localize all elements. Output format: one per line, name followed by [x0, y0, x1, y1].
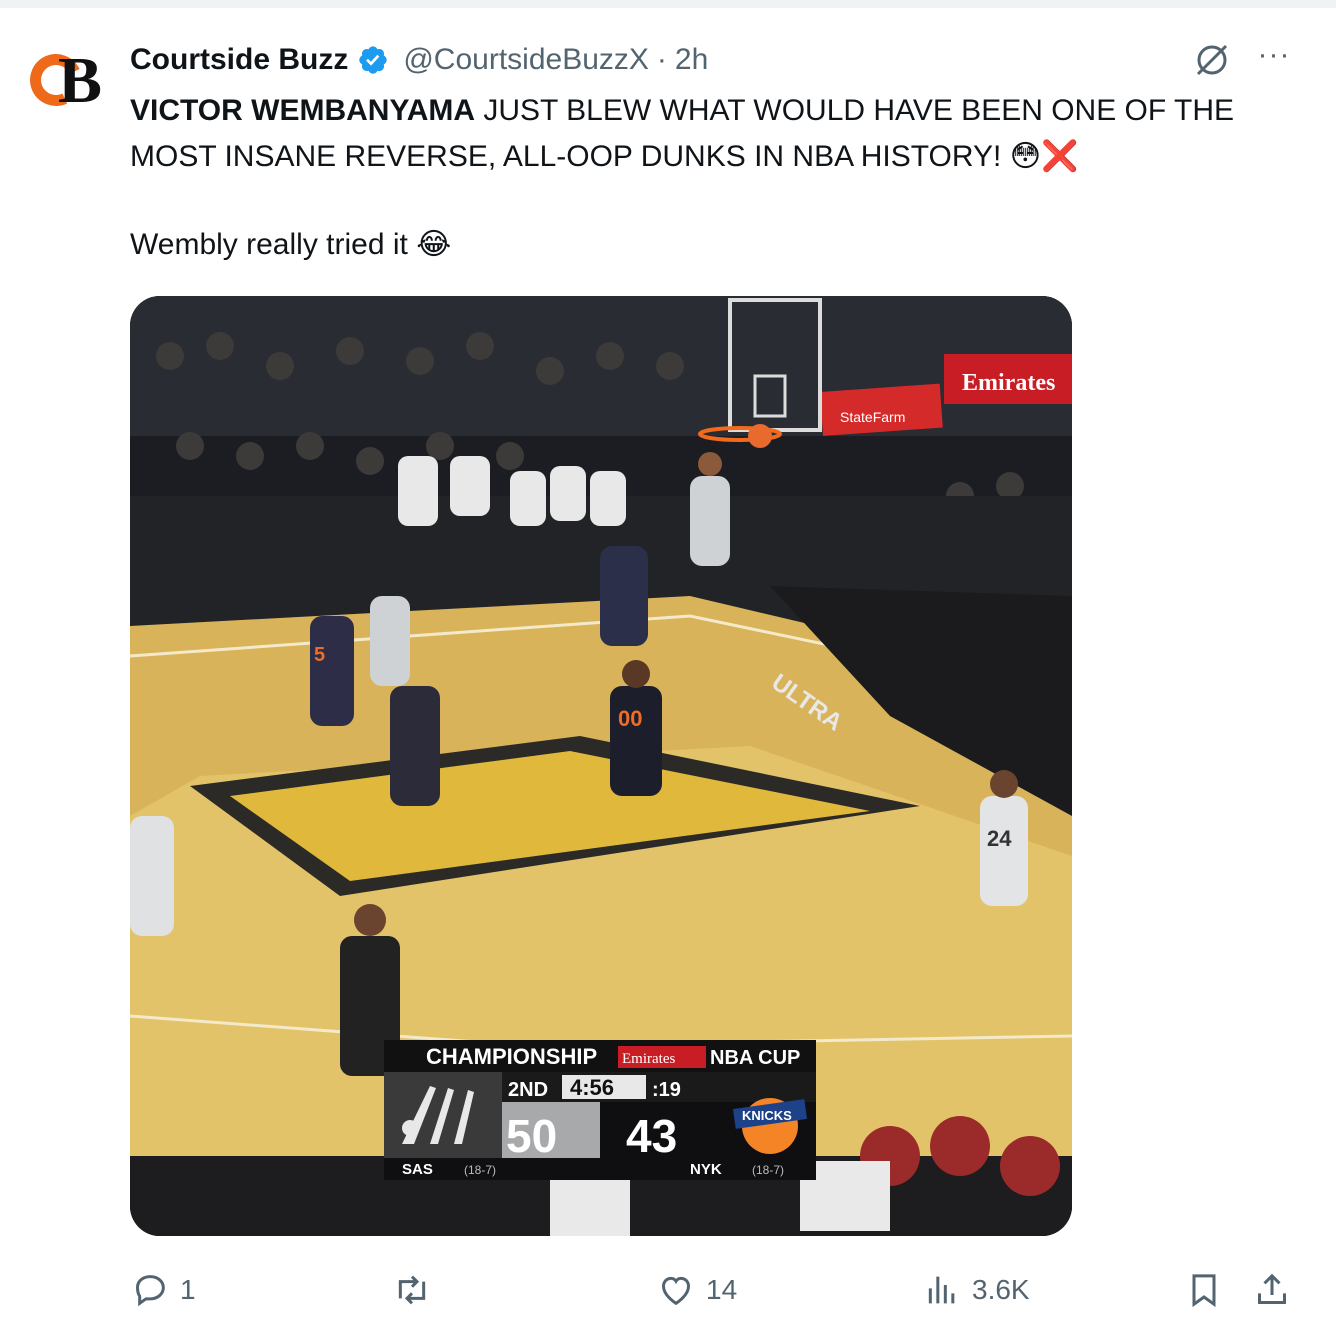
grok-icon[interactable]: [1192, 40, 1232, 80]
tweet-subtext-emoji: 😂: [416, 228, 452, 261]
like-count: 14: [706, 1274, 738, 1305]
scoreboard-shot-clock: :19: [652, 1079, 681, 1101]
jersey-00: 00: [618, 706, 642, 731]
bookmark-icon: [1192, 1274, 1216, 1308]
jersey-5: 5: [314, 644, 325, 666]
scoreboard-cup: NBA CUP: [710, 1047, 800, 1069]
share-icon: [1258, 1273, 1286, 1304]
heart-icon: [661, 1276, 691, 1306]
author-handle[interactable]: @CourtsideBuzzX: [403, 43, 649, 77]
tweet-subtext: Wembly really tried it 😂: [130, 222, 451, 268]
basketball-scene: ULTRA Emirates StateFarm 24 00 5 CHAMPIO…: [130, 296, 1072, 1236]
scoreboard-away-team: NYK: [690, 1161, 722, 1178]
tweet-text: VICTOR WEMBANYAMA JUST BLEW WHAT WOULD H…: [130, 88, 1280, 180]
scoreboard-quarter: 2ND: [508, 1079, 548, 1101]
bookmark-button[interactable]: [1184, 1266, 1224, 1314]
reply-count: 1: [180, 1274, 196, 1305]
scoreboard-home-score: 50: [506, 1110, 557, 1162]
scoreboard-sponsor: Emirates: [622, 1051, 675, 1067]
author-name[interactable]: Courtside Buzz: [130, 43, 348, 77]
tweet-header: Courtside Buzz @CourtsideBuzzX · 2h: [130, 40, 708, 80]
verified-badge-icon: [359, 46, 388, 74]
scoreboard: CHAMPIONSHIP Emirates NBA CUP 2ND 4:56 :…: [384, 1040, 816, 1180]
scoreboard-away-record: (18-7): [752, 1163, 784, 1177]
jersey-24: 24: [987, 826, 1012, 851]
knicks-logo-text: KNICKS: [742, 1108, 792, 1123]
scoreboard-home-record: (18-7): [464, 1163, 496, 1177]
tweet-subtext-body: Wembly really tried it: [130, 228, 417, 261]
emirates-banner: Emirates: [962, 370, 1055, 396]
scoreboard-away-score: 43: [626, 1110, 677, 1162]
views-count: 3.6K: [972, 1274, 1030, 1305]
video-media[interactable]: ULTRA Emirates StateFarm 24 00 5 CHAMPIO…: [130, 296, 1072, 1236]
views-icon: [928, 1276, 955, 1304]
scoreboard-home-team: SAS: [402, 1161, 433, 1178]
more-options-icon[interactable]: ···: [1254, 40, 1294, 80]
statefarm-banner: StateFarm: [840, 409, 905, 425]
views-button[interactable]: 3.6K: [922, 1266, 1030, 1314]
tweet-text-highlight: VICTOR WEMBANYAMA: [130, 94, 476, 127]
reply-icon: [135, 1275, 165, 1307]
like-button[interactable]: 14: [656, 1266, 737, 1314]
timestamp[interactable]: 2h: [675, 43, 708, 77]
retweet-button[interactable]: [392, 1266, 442, 1314]
separator-dot: ·: [656, 43, 667, 76]
top-divider: [0, 0, 1336, 8]
avatar-logo-b: B: [58, 44, 103, 117]
scoreboard-event: CHAMPIONSHIP: [426, 1044, 597, 1069]
reply-button[interactable]: 1: [130, 1266, 196, 1314]
scoreboard-clock: 4:56: [570, 1075, 614, 1100]
avatar[interactable]: B: [22, 44, 104, 117]
share-button[interactable]: [1252, 1266, 1292, 1314]
tweet-actions: 1 14 3.6K: [0, 1266, 1336, 1314]
retweet-icon: [398, 1275, 426, 1305]
tweet-text-emoji: 😳❌: [1009, 140, 1079, 173]
